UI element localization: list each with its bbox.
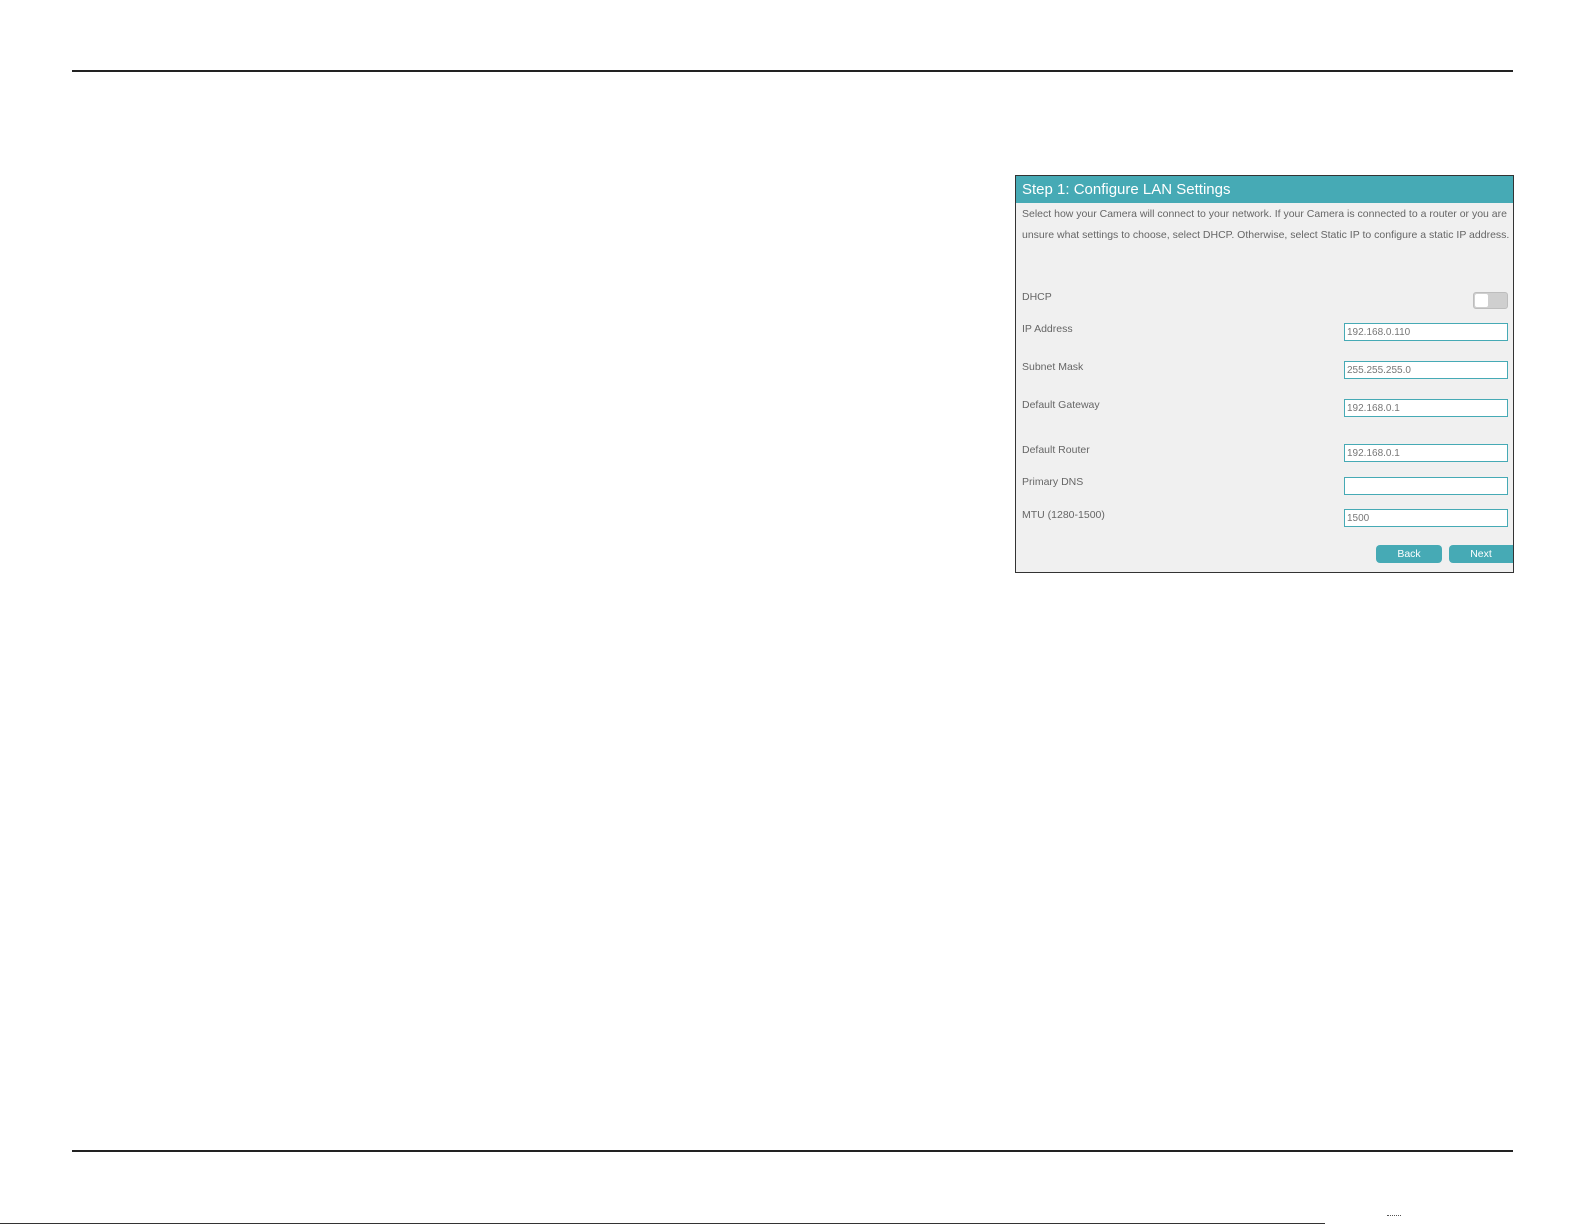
- default-gateway-label: Default Gateway: [1022, 399, 1100, 411]
- primary-dns-input[interactable]: [1344, 477, 1508, 495]
- mtu-input[interactable]: [1344, 509, 1508, 527]
- default-router-input[interactable]: [1344, 444, 1508, 462]
- default-router-label: Default Router: [1022, 444, 1090, 456]
- panel-title: Step 1: Configure LAN Settings: [1016, 176, 1513, 203]
- dhcp-toggle-knob: [1475, 294, 1488, 307]
- bottom-divider: [72, 1150, 1513, 1152]
- subnet-mask-label: Subnet Mask: [1022, 361, 1084, 373]
- next-button[interactable]: Next: [1449, 545, 1513, 563]
- default-gateway-input[interactable]: [1344, 399, 1508, 417]
- dhcp-toggle[interactable]: [1473, 292, 1508, 309]
- footer-mark: [1387, 1215, 1401, 1219]
- lan-settings-panel: Step 1: Configure LAN Settings Select ho…: [1015, 175, 1514, 573]
- subnet-mask-input[interactable]: [1344, 361, 1508, 379]
- ip-address-label: IP Address: [1022, 323, 1073, 335]
- ip-address-input[interactable]: [1344, 323, 1508, 341]
- back-button[interactable]: Back: [1376, 545, 1442, 563]
- mtu-label: MTU (1280-1500): [1022, 509, 1105, 521]
- dhcp-label: DHCP: [1022, 291, 1052, 303]
- panel-description: Select how your Camera will connect to y…: [1022, 208, 1510, 241]
- primary-dns-label: Primary DNS: [1022, 476, 1084, 488]
- top-divider: [72, 70, 1513, 72]
- footer-divider: [0, 1223, 1325, 1224]
